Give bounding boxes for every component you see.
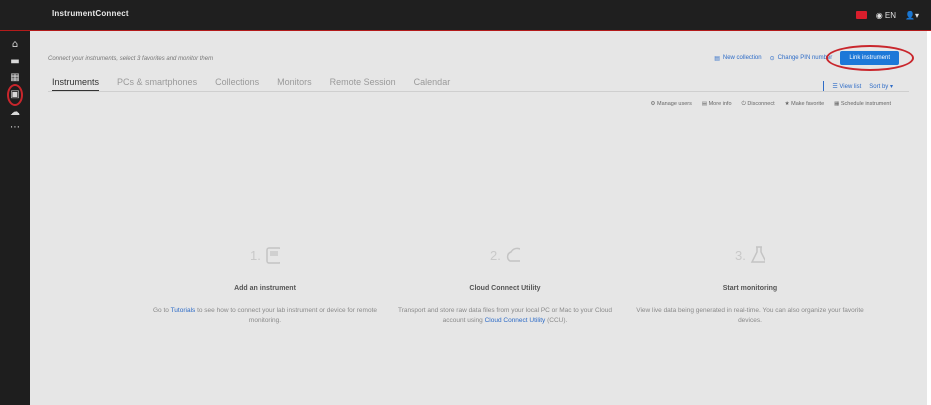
tab-pcs-smartphones[interactable]: PCs & smartphones	[117, 77, 197, 92]
app-brand: InstrumentConnect	[52, 9, 129, 18]
disconnect-button[interactable]: ⏻ Disconnect	[742, 101, 775, 108]
folder-icon[interactable]: ▬	[7, 55, 23, 69]
sidebar: ≡ ⌂ ▬ ▦ ▣ ☁ ⋯	[0, 0, 30, 405]
tutorials-link[interactable]: Tutorials	[171, 307, 196, 314]
step-cloud-connect: 2. Cloud Connect Utility Transport and s…	[390, 241, 620, 326]
separator	[823, 81, 825, 91]
make-favorite-button[interactable]: ★ Make favorite	[785, 101, 824, 108]
step-number: 1.	[250, 247, 261, 263]
more-info-button[interactable]: ▤ More info	[702, 101, 732, 108]
tab-calendar[interactable]: Calendar	[414, 77, 451, 92]
user-menu-icon[interactable]: 👤▾	[905, 11, 919, 20]
tab-remote-session[interactable]: Remote Session	[330, 77, 396, 92]
step-number: 2.	[490, 247, 501, 263]
step-description: Transport and store raw data files from …	[398, 307, 612, 324]
cloud-icon	[506, 247, 520, 262]
flag-icon[interactable]	[855, 11, 867, 19]
instrument-actions: ⚙ Manage users ▤ More info ⏻ Disconnect …	[651, 101, 891, 108]
schedule-instrument-button[interactable]: ▦ Schedule instrument	[834, 101, 891, 108]
instrument-icon[interactable]: ▣	[7, 88, 23, 102]
flask-icon	[750, 246, 765, 263]
step-title: Add an instrument	[234, 285, 296, 292]
step-start-monitoring: 3. Start monitoring View live data being…	[635, 241, 865, 326]
manage-users-button[interactable]: ⚙ Manage users	[651, 101, 692, 108]
step-number: 3.	[735, 247, 746, 263]
new-collection-button[interactable]: ▤ New collection	[714, 55, 761, 62]
tab-collections[interactable]: Collections	[215, 77, 259, 92]
view-controls: ☰ View list Sort by ▾	[823, 81, 893, 91]
main-panel: Connect your instruments, select 3 favor…	[30, 31, 927, 405]
step-title: Cloud Connect Utility	[469, 285, 541, 292]
onboarding-steps: 1. Add an instrument Go to Tutorials to …	[150, 241, 870, 361]
cloud-icon[interactable]: ☁	[7, 106, 23, 120]
tab-monitors[interactable]: Monitors	[277, 77, 312, 92]
instructions-text: Connect your instruments, select 3 favor…	[48, 56, 214, 62]
step-description: Go to Tutorials to see how to connect yo…	[152, 307, 377, 324]
top-bar: InstrumentConnect ◉ EN 👤▾	[0, 0, 931, 31]
ccu-link[interactable]: Cloud Connect Utility	[485, 317, 546, 324]
view-list-button[interactable]: ☰ View list	[832, 83, 861, 90]
language-selector[interactable]: ◉ EN	[876, 11, 896, 20]
step-add-instrument: 1. Add an instrument Go to Tutorials to …	[150, 241, 380, 326]
highlight-ellipse	[826, 45, 915, 71]
grid-icon[interactable]: ▦	[7, 71, 23, 85]
tab-instruments[interactable]: Instruments	[52, 77, 100, 92]
step-title: Start monitoring	[722, 285, 778, 292]
tab-bar: Instruments PCs & smartphones Collection…	[52, 77, 450, 92]
more-icon[interactable]: ⋯	[7, 121, 23, 135]
change-pin-button[interactable]: ⊙ Change PIN number	[770, 55, 833, 62]
link-instrument-button[interactable]: Link instrument	[826, 45, 915, 71]
instrument-icon	[266, 247, 280, 264]
tab-divider	[48, 91, 909, 92]
step-description: View live data being generated in real-t…	[636, 307, 864, 324]
home-icon[interactable]: ⌂	[7, 38, 23, 52]
sort-by-dropdown[interactable]: Sort by ▾	[869, 83, 893, 90]
header-actions: ▤ New collection ⊙ Change PIN number Lin…	[714, 45, 915, 71]
